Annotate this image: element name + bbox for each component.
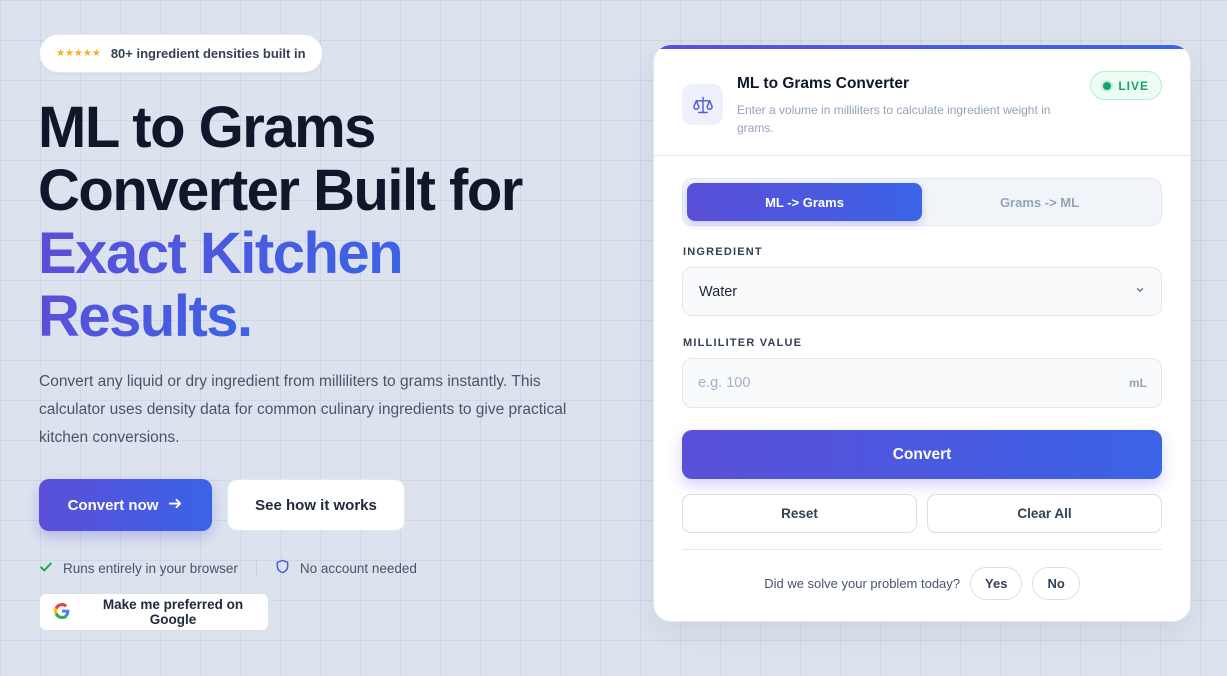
densities-badge: ★★★★★ 80+ ingredient densities built in — [39, 34, 323, 73]
ingredient-select[interactable]: Water — [682, 267, 1162, 316]
live-badge: LIVE — [1090, 71, 1162, 100]
milliliter-label: MILLILITER VALUE — [683, 337, 803, 349]
feature-browser: Runs entirely in your browser — [39, 560, 238, 577]
hero-title-accent-line1: Exact Kitchen — [38, 221, 404, 286]
google-logo-icon — [54, 602, 70, 622]
unit-label: mL — [1129, 376, 1147, 390]
convert-now-button[interactable]: Convert now — [39, 479, 212, 531]
scale-icon — [682, 84, 723, 125]
hero-title-accent-line2: Results. — [38, 284, 253, 349]
conversion-direction-tabs: ML -> Grams Grams -> ML — [682, 178, 1162, 226]
convert-now-label: Convert now — [67, 496, 159, 514]
see-how-it-works-button[interactable]: See how it works — [227, 479, 405, 531]
hero-title-line1: ML to Grams — [38, 95, 376, 160]
feature-list: Runs entirely in your browser No account… — [39, 558, 417, 578]
arrow-right-icon — [168, 496, 183, 515]
feedback-row: Did we solve your problem today? Yes No — [654, 566, 1190, 600]
tab-grams-to-ml[interactable]: Grams -> ML — [922, 183, 1157, 221]
hero-title-line2: Converter Built for — [38, 158, 523, 223]
clear-all-button[interactable]: Clear All — [927, 494, 1162, 533]
milliliter-field: mL — [682, 358, 1162, 408]
ingredient-value: Water — [699, 283, 738, 300]
chevron-down-icon — [1135, 285, 1145, 298]
feature-no-account: No account needed — [275, 559, 417, 577]
feedback-question: Did we solve your problem today? — [764, 575, 961, 591]
converter-card: ML to Grams Converter Enter a volume in … — [653, 44, 1191, 622]
shield-icon — [275, 559, 290, 577]
milliliter-input[interactable] — [698, 375, 1078, 391]
google-preferred-button[interactable]: Make me preferred on Google — [39, 593, 269, 631]
feature-browser-label: Runs entirely in your browser — [63, 560, 238, 576]
reset-button[interactable]: Reset — [682, 494, 917, 533]
rating-stars-icon: ★★★★★ — [56, 48, 101, 59]
live-label: LIVE — [1118, 78, 1149, 93]
card-title: ML to Grams Converter — [737, 75, 909, 92]
feature-divider — [255, 559, 257, 577]
live-dot-icon — [1103, 81, 1112, 90]
feedback-yes-button[interactable]: Yes — [970, 566, 1023, 600]
google-button-label: Make me preferred on Google — [102, 597, 244, 627]
check-icon — [39, 560, 53, 577]
tab-ml-to-grams[interactable]: ML -> Grams — [687, 183, 922, 221]
feature-no-account-label: No account needed — [299, 560, 417, 576]
feedback-no-button[interactable]: No — [1032, 566, 1080, 600]
badge-text: 80+ ingredient densities built in — [110, 46, 306, 61]
card-header: ML to Grams Converter Enter a volume in … — [654, 45, 1190, 156]
card-divider — [682, 549, 1162, 550]
convert-button[interactable]: Convert — [682, 430, 1162, 479]
ingredient-label: INGREDIENT — [683, 246, 763, 258]
hero-description: Convert any liquid or dry ingredient fro… — [39, 373, 567, 446]
card-subtitle: Enter a volume in milliliters to calcula… — [737, 103, 1051, 135]
see-how-it-works-label: See how it works — [255, 496, 377, 514]
hero-title: ML to Grams Converter Built for Exact Ki… — [38, 96, 618, 348]
